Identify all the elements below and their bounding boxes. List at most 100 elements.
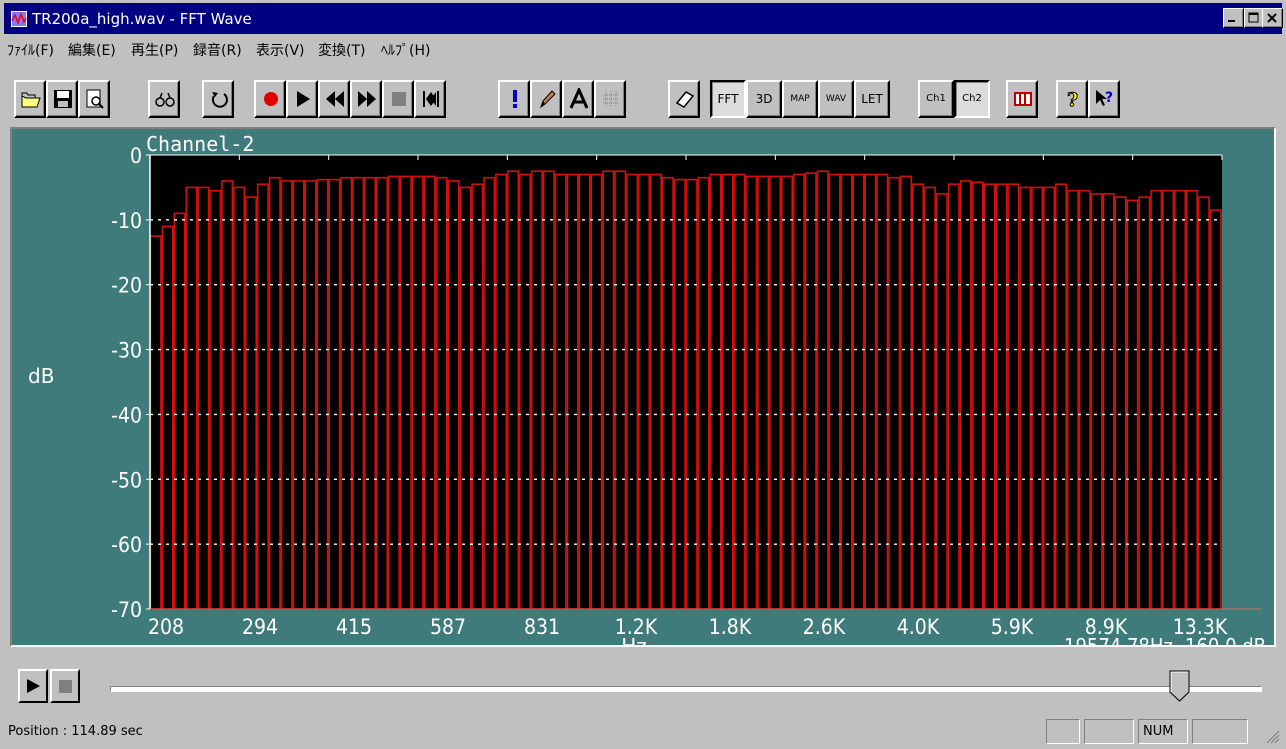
fft-bar xyxy=(947,183,960,610)
grid-button[interactable] xyxy=(594,80,626,118)
pencil-icon xyxy=(540,90,556,109)
fft-bar xyxy=(399,175,412,610)
fft-bar xyxy=(614,170,627,610)
close-button[interactable] xyxy=(1262,8,1283,28)
status-panel-2 xyxy=(1084,719,1134,744)
app-icon xyxy=(11,11,27,27)
text-button[interactable] xyxy=(562,80,594,118)
fft-bar xyxy=(1054,183,1067,610)
pencil-button[interactable] xyxy=(530,80,562,118)
x-tick-label: 1.8K xyxy=(709,615,752,639)
minimize-button[interactable] xyxy=(1223,8,1244,28)
maximize-icon xyxy=(1248,12,1259,23)
menu-play[interactable]: 再生(P) xyxy=(131,43,178,60)
fft-bar xyxy=(1209,209,1222,610)
mode-fft-button[interactable]: FFT xyxy=(710,80,746,118)
channel-2-button[interactable]: Ch2 xyxy=(954,80,990,118)
position-slider-track[interactable] xyxy=(110,686,1262,692)
x-tick-label: 831 xyxy=(524,615,560,639)
y-tick-label: -40 xyxy=(111,403,142,427)
stop-button[interactable] xyxy=(382,80,414,118)
fft-bar xyxy=(149,235,162,610)
eraser-button[interactable] xyxy=(668,80,700,118)
fft-bar xyxy=(1066,189,1079,610)
play-button[interactable] xyxy=(286,80,318,118)
mode-3d-button[interactable]: 3D xyxy=(746,80,782,118)
skip-icon xyxy=(423,91,439,107)
mode-3d-label: 3D xyxy=(755,92,773,106)
svg-text:?: ? xyxy=(1067,89,1078,110)
help-button[interactable]: ? xyxy=(1056,80,1088,118)
menu-file[interactable]: ﾌｧｲﾙ(F) xyxy=(7,43,54,60)
save-button[interactable] xyxy=(46,80,78,118)
mode-let-label: LET xyxy=(861,92,883,106)
play-icon xyxy=(297,91,310,107)
frequency-readout: 19574.78Hz -160.0 dB xyxy=(1064,634,1266,645)
fft-bar xyxy=(995,183,1008,610)
grid-icon xyxy=(603,91,619,107)
status-bar: Position : 114.89 sec NUM xyxy=(4,717,1282,746)
mode-map-button[interactable]: MAP xyxy=(782,80,818,118)
x-tick-label: 5.9K xyxy=(991,615,1034,639)
svg-text:?: ? xyxy=(1105,90,1113,106)
y-axis-label: dB xyxy=(28,364,54,388)
fft-bar xyxy=(256,183,269,610)
text-icon xyxy=(569,88,589,109)
status-panel-1 xyxy=(1046,719,1080,744)
playback-stop-button[interactable] xyxy=(50,669,80,703)
exclamation-button[interactable] xyxy=(498,80,530,118)
mode-wav-label: WAV xyxy=(825,94,847,104)
playback-bar xyxy=(10,666,1276,708)
open-button[interactable] xyxy=(14,80,46,118)
open-icon xyxy=(21,92,41,108)
exclamation-icon xyxy=(513,90,517,108)
fft-bar xyxy=(1031,186,1044,610)
context-help-button[interactable]: ? xyxy=(1088,80,1120,118)
menu-edit[interactable]: 編集(E) xyxy=(68,43,116,60)
fft-bar xyxy=(483,176,496,610)
print-preview-button[interactable] xyxy=(78,80,110,118)
fft-bar xyxy=(185,186,198,610)
fast-forward-button[interactable] xyxy=(350,80,382,118)
mode-fft-label: FFT xyxy=(717,92,739,106)
fft-bar xyxy=(935,193,948,610)
help-icon: ? xyxy=(1067,89,1079,111)
fft-bar xyxy=(507,170,520,610)
title-bar[interactable]: TR200a_high.wav - FFT Wave xyxy=(4,3,1283,34)
fft-bar xyxy=(1114,196,1127,610)
channel-1-button[interactable]: Ch1 xyxy=(918,80,954,118)
fft-bar xyxy=(816,170,829,610)
stop-icon xyxy=(59,680,72,693)
fft-bar xyxy=(209,189,222,610)
skip-button[interactable] xyxy=(414,80,446,118)
mode-let-button[interactable]: LET xyxy=(854,80,890,118)
fft-chart[interactable]: 0-10-20-30-40-50-60-70208 294 415 587 831 1.2… xyxy=(12,129,1274,645)
y-tick-label: -50 xyxy=(111,468,142,492)
resize-grip-icon[interactable] xyxy=(1266,730,1280,744)
position-slider-thumb[interactable] xyxy=(1169,670,1191,702)
channel-2-label: Ch2 xyxy=(962,93,982,104)
fft-bar xyxy=(1090,193,1103,610)
x-tick-label: 294 xyxy=(242,615,278,639)
menu-help[interactable]: ﾍﾙﾌﾟ(H) xyxy=(381,43,430,60)
undo-button[interactable] xyxy=(202,80,234,118)
fft-bar xyxy=(971,181,984,610)
playback-play-button[interactable] xyxy=(18,669,48,703)
rewind-icon xyxy=(326,91,344,107)
minimize-icon xyxy=(1228,20,1235,22)
undo-icon xyxy=(211,92,228,108)
find-button[interactable] xyxy=(148,80,180,118)
fft-plot-panel[interactable]: 0 -10 -20 -30 -40 -50 -60 -70 208 294 415 587 831 1.2… xyxy=(10,127,1276,647)
fft-bar xyxy=(1150,189,1163,610)
columns-button[interactable] xyxy=(1006,80,1038,118)
record-button[interactable] xyxy=(254,80,286,118)
num-lock-label: NUM xyxy=(1143,724,1174,739)
fft-bar xyxy=(244,196,258,610)
fft-bar xyxy=(197,186,210,610)
mode-wav-button[interactable]: WAV xyxy=(818,80,854,118)
menu-record[interactable]: 録音(R) xyxy=(193,43,242,60)
menu-convert[interactable]: 変換(T) xyxy=(318,43,365,60)
rewind-button[interactable] xyxy=(318,80,350,118)
menu-view[interactable]: 表示(V) xyxy=(256,43,305,60)
fft-bar xyxy=(435,176,448,610)
